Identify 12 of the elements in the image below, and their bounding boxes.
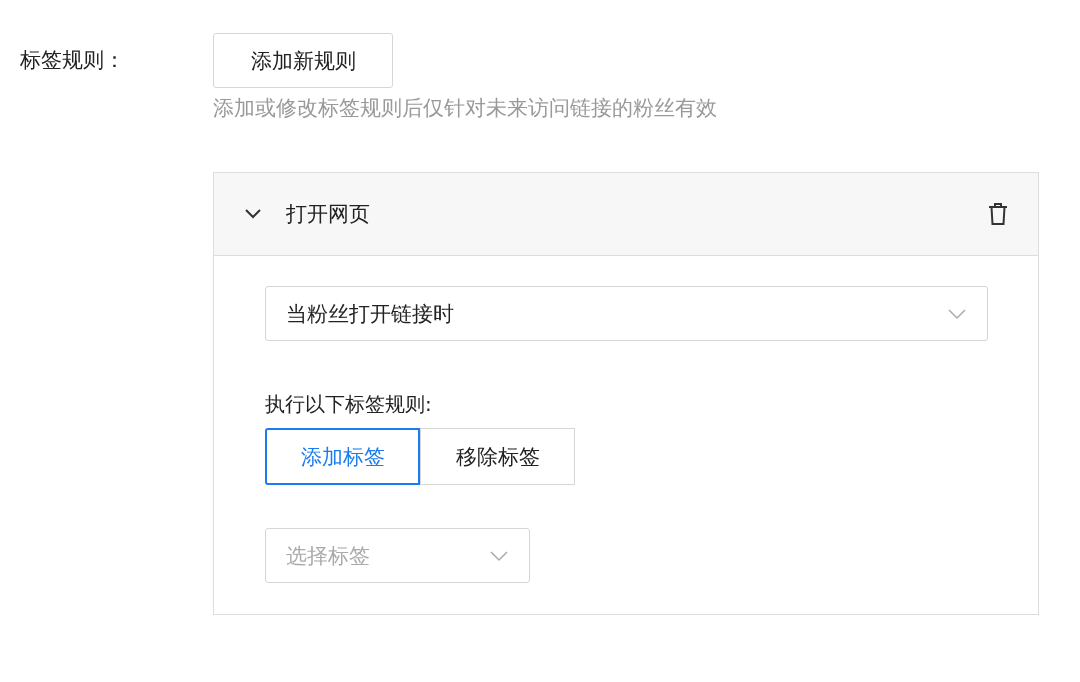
chevron-icon[interactable] bbox=[244, 208, 262, 220]
action-label: 执行以下标签规则: bbox=[265, 391, 432, 418]
action-tab[interactable]: 添加标签 bbox=[265, 428, 420, 485]
trigger-dropdown[interactable]: 当粉丝打开链接时 bbox=[265, 286, 988, 341]
rule-title: 打开网页 bbox=[286, 201, 371, 228]
trash-icon[interactable] bbox=[988, 202, 1008, 226]
hint-text: 添加或修改标签规则后仅针对未来访问链接的粉丝有效 bbox=[213, 95, 717, 122]
caret-icon bbox=[947, 307, 967, 320]
add-rule-button[interactable]: 添加新规则 bbox=[213, 33, 393, 88]
field-label: 标签规则： bbox=[20, 47, 125, 74]
caret-icon bbox=[489, 549, 509, 562]
action-tab[interactable]: 移除标签 bbox=[420, 428, 575, 485]
